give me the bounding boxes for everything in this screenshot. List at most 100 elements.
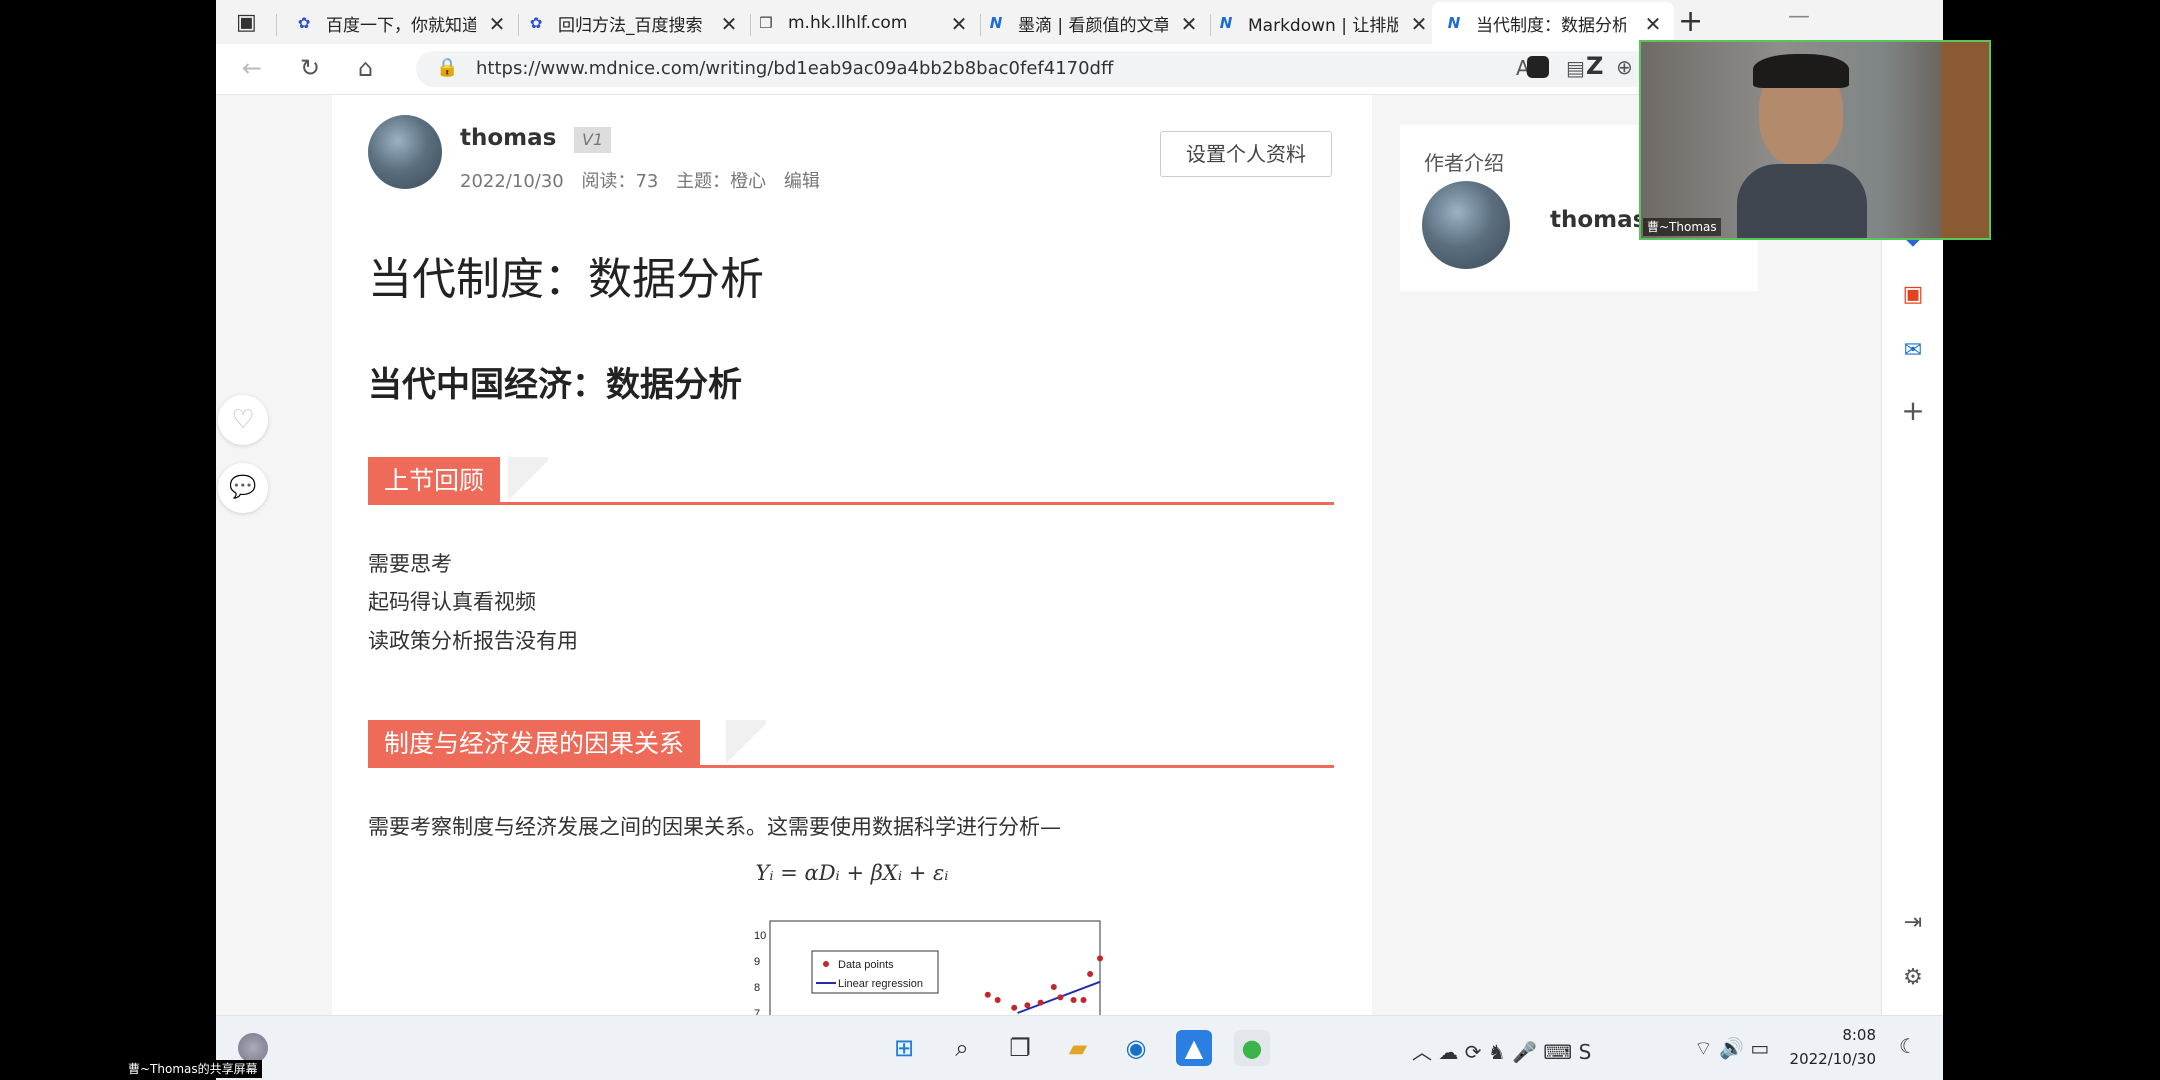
edit-profile-button[interactable]: 设置个人资料 [1160, 131, 1332, 177]
review-line: 起码得认真看视频 [368, 590, 536, 614]
read-count: 阅读：73 [581, 171, 659, 192]
data-point [1080, 997, 1087, 1003]
tab-llhlf[interactable]: ❒ m.hk.llhlf.com ✕ [756, 6, 968, 40]
task-view-icon[interactable]: ❐ [1002, 1030, 1038, 1066]
network-volume-tray[interactable]: ⌔ 🔊 ▭ [1694, 1036, 1769, 1061]
zoom-icon[interactable]: ⊕ [1616, 55, 1633, 79]
close-tab-icon[interactable]: ✕ [488, 12, 506, 36]
widgets-icon[interactable] [238, 1033, 268, 1063]
new-tab-icon[interactable]: + [1678, 4, 1703, 39]
data-point [1037, 999, 1044, 1006]
theme-link[interactable]: 橙心 [730, 171, 766, 192]
system-tray[interactable]: ︿ ☁ ⟳ ♞ 🎤 ⌨ S [1412, 1036, 1591, 1065]
start-windows-icon[interactable]: ⊞ [886, 1030, 922, 1066]
search-icon[interactable]: ⌕ [944, 1030, 980, 1066]
mdnice-logo-icon: N [1447, 14, 1461, 32]
close-tab-icon[interactable]: ✕ [1644, 12, 1662, 36]
back-icon[interactable]: ← [242, 54, 262, 82]
data-point [1087, 971, 1094, 977]
y-tick-label: 7 [754, 1008, 760, 1015]
data-point [1097, 955, 1103, 962]
section-heading-label: 制度与经济发展的因果关系 [368, 720, 701, 768]
presenter-shirt [1737, 164, 1867, 238]
tab-title: 墨滴 | 看颜值的文章 [1018, 15, 1168, 36]
tab-actions-icon[interactable]: ▣ [236, 10, 257, 35]
hide-sidebar-icon[interactable]: ⇥ [1900, 910, 1926, 936]
tab-title: 当代制度：数据分析 [1476, 15, 1626, 36]
page-icon: ❒ [759, 14, 773, 32]
tab-title: 回归方法_百度搜索 [558, 15, 703, 36]
level-badge: V1 [574, 127, 612, 153]
section-heading-review: 上节回顾 [368, 457, 1334, 509]
add-sidebar-app-icon[interactable]: + [1900, 397, 1926, 425]
mdnice-logo-icon: N [1219, 14, 1233, 32]
baidu-paw-icon: ✿ [529, 14, 543, 32]
author-avatar[interactable] [368, 115, 442, 189]
screen-share-caption: 曹~Thomas的共享屏幕 [124, 1060, 262, 1078]
tab-title: 百度一下，你就知道 [326, 15, 476, 36]
zhihu-extension-icon[interactable]: Z [1586, 52, 1603, 80]
author-intro-title: 作者介绍 [1424, 151, 1504, 175]
notifications-moon-icon[interactable]: ☾ [1899, 1034, 1917, 1058]
review-line: 需要思考 [368, 552, 452, 576]
tab-baidu-search[interactable]: ✿ 回归方法_百度搜索 ✕ [526, 6, 738, 40]
webcam-name-label: 曹~Thomas [1643, 218, 1721, 236]
extension-icon[interactable] [1527, 56, 1549, 78]
tab-mdnice-home[interactable]: N 墨滴 | 看颜值的文章 ✕ [986, 6, 1198, 40]
tab-strip: ▣ ✿ 百度一下，你就知道 ✕ ✿ 回归方法_百度搜索 ✕ ❒ m.hk.llh… [216, 0, 1943, 44]
y-tick-label: 9 [754, 956, 760, 968]
wechat-icon[interactable]: ● [1234, 1030, 1270, 1066]
section-heading-label: 上节回顾 [368, 457, 501, 505]
close-tab-icon[interactable]: ✕ [950, 12, 968, 36]
article-subtitle: 当代中国经济：数据分析 [368, 365, 742, 405]
webcam-overlay[interactable]: 曹~Thomas [1639, 40, 1991, 240]
section-heading-causality: 制度与经济发展的因果关系 [368, 720, 1334, 772]
clock-time[interactable]: 8:08 [1796, 1026, 1876, 1044]
sidebar-avatar[interactable] [1422, 181, 1510, 269]
close-tab-icon[interactable]: ✕ [1410, 12, 1428, 36]
edit-link[interactable]: 编辑 [784, 171, 820, 192]
data-point [1011, 1004, 1018, 1011]
regression-formula: Yᵢ = αDᵢ + βXᵢ + εᵢ [755, 861, 949, 885]
close-tab-icon[interactable]: ✕ [1180, 12, 1198, 36]
taskbar: ⊞ ⌕ ❐ ▰ ◉ ▲ ● ︿ ☁ ⟳ ♞ 🎤 ⌨ S ⌔ 🔊 ▭ 8:08 2… [216, 1015, 1943, 1080]
legend-linear-regression: Linear regression [838, 978, 923, 990]
clock-date[interactable]: 2022/10/30 [1786, 1050, 1876, 1068]
data-point [994, 997, 1001, 1003]
webcam-shelf [1941, 42, 1989, 238]
reader-view-icon[interactable]: ▤ [1566, 56, 1585, 80]
sidebar-author-name[interactable]: thomas [1550, 207, 1646, 233]
y-tick-label: 10 [754, 930, 766, 942]
mdnice-logo-icon: N [989, 14, 1003, 32]
article-meta: 2022/10/30 阅读：73 主题：橙心 编辑 [460, 167, 820, 193]
tab-baidu[interactable]: ✿ 百度一下，你就知道 ✕ [294, 6, 506, 40]
tab-current-article[interactable]: N 当代制度：数据分析 ✕ [1432, 2, 1674, 44]
home-icon[interactable]: ⌂ [358, 54, 373, 82]
data-point [1070, 997, 1077, 1003]
data-point [984, 991, 991, 998]
url-field[interactable]: 🔒 https://www.mdnice.com/writing/bd1eab9… [416, 51, 1846, 87]
file-explorer-icon[interactable]: ▰ [1060, 1030, 1096, 1066]
minimize-icon[interactable]: — [1788, 4, 1810, 29]
article: thomas V1 2022/10/30 阅读：73 主题：橙心 编辑 设置个人… [332, 95, 1372, 1015]
outlook-icon[interactable]: ✉ [1900, 338, 1926, 364]
wechat-share-icon[interactable]: 💬 [218, 463, 268, 513]
review-line: 读政策分析报告没有用 [368, 629, 578, 653]
url-text: https://www.mdnice.com/writing/bd1eab9ac… [476, 58, 1114, 79]
tab-markdown[interactable]: N Markdown | 让排版 ✕ [1216, 6, 1428, 40]
tab-title: m.hk.llhlf.com [788, 13, 908, 33]
close-tab-icon[interactable]: ✕ [720, 12, 738, 36]
tab-title: Markdown | 让排版 [1248, 15, 1398, 36]
regression-chart: 10 9 8 7 Data points Linear regression [754, 920, 1103, 1015]
tencent-meeting-icon[interactable]: ▲ [1176, 1030, 1212, 1066]
article-title: 当代制度：数据分析 [368, 254, 764, 305]
like-heart-icon[interactable]: ♡ [218, 395, 268, 445]
office-icon[interactable]: ▣ [1900, 282, 1926, 308]
refresh-icon[interactable]: ↻ [300, 54, 320, 82]
page-area: ♡ 💬 thomas V1 2022/10/30 阅读：73 主题：橙心 编辑 … [216, 95, 1881, 1015]
settings-gear-icon[interactable]: ⚙ [1900, 965, 1926, 991]
author-name[interactable]: thomas [460, 125, 556, 151]
post-date: 2022/10/30 [460, 171, 564, 192]
edge-browser-icon[interactable]: ◉ [1118, 1030, 1154, 1066]
data-point [1024, 1002, 1031, 1009]
